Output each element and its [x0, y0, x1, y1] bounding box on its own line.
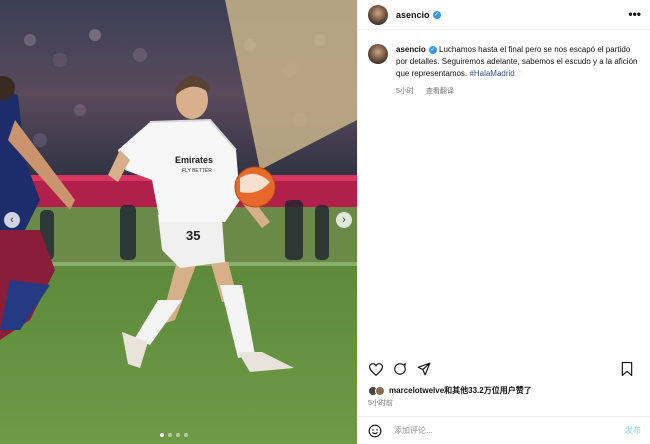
verified-icon: ✓ — [428, 45, 437, 54]
bookmark-icon[interactable] — [619, 361, 635, 377]
carousel-dot — [168, 433, 172, 437]
liker-avatar — [375, 385, 385, 396]
carousel-indicator — [160, 433, 188, 437]
carousel-dot — [184, 433, 188, 437]
instagram-post-view: Emirates FLY BETTER 35 ‹ › asencio ✓ •••… — [0, 0, 650, 444]
chevron-right-icon[interactable]: › — [336, 212, 352, 228]
caption-avatar[interactable] — [368, 44, 388, 64]
verified-icon: ✓ — [432, 10, 441, 19]
share-icon[interactable] — [416, 361, 432, 377]
hashtag-link[interactable]: #HalaMadrid — [469, 69, 514, 78]
comment-icon[interactable] — [392, 361, 408, 377]
carousel-dot — [176, 433, 180, 437]
caption-body: asencio ✓ Luchamos hasta el final pero se… — [396, 44, 642, 98]
comment-input[interactable] — [392, 425, 606, 436]
see-translation-link[interactable]: 查看翻译 — [426, 88, 454, 95]
more-options-icon[interactable]: ••• — [628, 7, 641, 21]
comment-bar: 发布 — [358, 416, 650, 444]
post-side-panel: asencio ✓ ••• asencio ✓ Luchamos hasta el… — [357, 0, 650, 444]
action-bar — [368, 361, 643, 377]
post-time: 5小时前 — [368, 400, 393, 407]
username[interactable]: asencio — [396, 10, 430, 20]
heart-icon[interactable]: ♡ — [517, 71, 523, 78]
caption: asencio ✓ Luchamos hasta el final pero se… — [368, 44, 643, 98]
photo-illustration: Emirates FLY BETTER 35 — [0, 0, 357, 444]
emoji-icon[interactable] — [368, 424, 382, 438]
chevron-left-icon[interactable]: ‹ — [4, 212, 20, 228]
avatar[interactable] — [368, 4, 388, 25]
shirt-number: 35 — [186, 228, 200, 243]
caption-username[interactable]: asencio — [396, 45, 426, 54]
heart-icon[interactable] — [368, 361, 384, 377]
post-header: asencio ✓ ••• — [358, 0, 650, 30]
caption-meta: 5小时 查看翻译 — [396, 86, 642, 98]
likes-summary[interactable]: marcelotwelve和其他33.2万位用户赞了 — [368, 385, 643, 396]
caption-time: 5小时 — [396, 88, 414, 95]
svg-text:FLY BETTER: FLY BETTER — [182, 168, 212, 174]
post-comment-button[interactable]: 发布 — [625, 425, 641, 436]
shirt-sponsor: Emirates — [175, 155, 213, 165]
carousel-dot — [160, 433, 164, 437]
likes-text[interactable]: marcelotwelve和其他33.2万位用户赞了 — [389, 385, 532, 396]
post-photo[interactable]: Emirates FLY BETTER 35 ‹ › — [0, 0, 357, 444]
